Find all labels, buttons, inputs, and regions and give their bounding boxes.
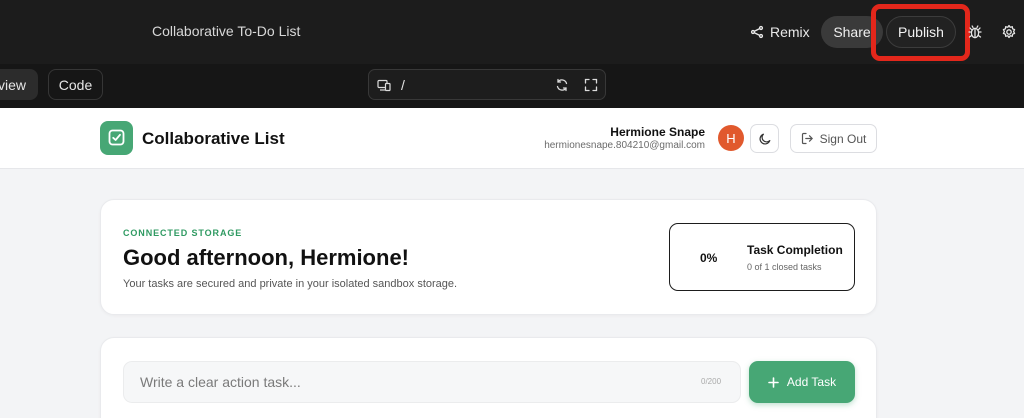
sign-out-label: Sign Out [819, 131, 867, 146]
app-header: Collaborative List Hermione Snape hermio… [0, 108, 1024, 169]
completion-title: Task Completion [747, 243, 843, 257]
tab-preview[interactable]: view [0, 69, 38, 100]
remix-button[interactable]: Remix [742, 16, 818, 48]
sign-out-icon [801, 132, 813, 145]
preview-url-bar[interactable]: / [368, 69, 606, 100]
checkbox-logo-icon [108, 129, 125, 146]
expand-icon[interactable] [584, 78, 598, 92]
project-title: Collaborative To-Do List [152, 23, 301, 39]
tab-code[interactable]: Code [48, 69, 103, 100]
remix-icon [750, 25, 764, 39]
brand-name: Collaborative List [142, 129, 285, 148]
app-logo [100, 121, 133, 155]
publish-button[interactable]: Publish [886, 16, 956, 48]
task-completion-widget: 0% Task Completion 0 of 1 closed tasks [669, 223, 855, 291]
remix-label: Remix [770, 24, 810, 40]
greeting-subtitle: Your tasks are secured and private in yo… [123, 278, 458, 290]
greeting-heading: Good afternoon, Hermione! [123, 245, 409, 270]
user-email: hermionesnape.804210@gmail.com [544, 140, 705, 151]
add-task-button[interactable]: Add Task [749, 361, 855, 403]
welcome-card: CONNECTED STORAGE Good afternoon, Hermio… [100, 199, 877, 315]
preview-toolbar: view Code / [0, 64, 1024, 157]
sign-out-button[interactable]: Sign Out [790, 124, 877, 153]
app-preview: Collaborative List Hermione Snape hermio… [0, 108, 1024, 418]
plus-icon [768, 376, 779, 388]
top-app-bar: Collaborative To-Do List Remix Share Pub… [0, 0, 1024, 64]
moon-icon [759, 133, 771, 145]
task-input[interactable] [123, 361, 741, 403]
url-path[interactable]: / [401, 77, 405, 93]
share-button[interactable]: Share [821, 16, 883, 48]
theme-toggle-button[interactable] [750, 124, 779, 153]
bug-icon[interactable] [967, 24, 983, 40]
storage-label: CONNECTED STORAGE [123, 228, 243, 238]
completion-percent: 0% [700, 251, 718, 265]
add-task-card: 0/200 Add Task [100, 337, 877, 418]
gear-icon[interactable] [1001, 24, 1017, 40]
add-task-label: Add Task [786, 375, 837, 389]
completion-count: 0 of 1 closed tasks [747, 262, 822, 272]
user-name: Hermione Snape [610, 125, 705, 139]
avatar[interactable]: H [718, 125, 744, 151]
refresh-icon[interactable] [555, 78, 569, 92]
char-count: 0/200 [701, 377, 722, 386]
devices-icon[interactable] [377, 78, 391, 92]
